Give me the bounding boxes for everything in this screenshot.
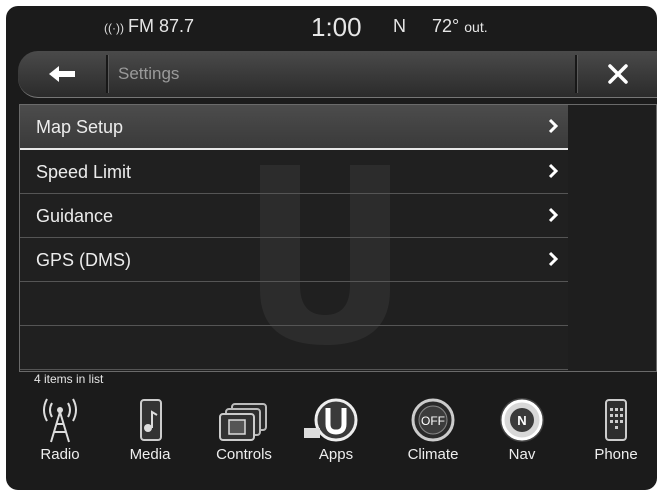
status-bar: ((·)) FM 87.7 1:00 N 72° out. (6, 6, 657, 46)
radio-tower-icon (43, 398, 77, 443)
radio-status[interactable]: ((·)) FM 87.7 (104, 16, 194, 37)
chevron-right-icon (548, 207, 558, 223)
chevron-right-icon (548, 251, 558, 267)
settings-list: Map Setup Speed Limit Guidance GPS (DMS) (19, 104, 570, 372)
dock-label: Controls (216, 446, 272, 463)
dock-label: Nav (508, 446, 536, 463)
climate-off-text: OFF (421, 414, 445, 428)
scroll-panel (568, 104, 657, 372)
chevron-right-icon (548, 163, 558, 179)
radio-station: FM 87.7 (127, 16, 195, 36)
items-count: 4 items in list (34, 372, 104, 386)
back-arrow-icon (49, 66, 75, 82)
clock: 1:00 (311, 12, 362, 42)
temperature-value: 72° (432, 16, 460, 36)
dock-media[interactable]: Media (110, 390, 190, 470)
empty-list-row (20, 326, 569, 370)
menu-item-label: Map Setup (36, 117, 124, 137)
menu-item-map-setup[interactable]: Map Setup (20, 105, 569, 150)
dock-nav[interactable]: N Nav (482, 390, 562, 470)
back-button[interactable] (18, 51, 106, 97)
apps-icon (304, 398, 358, 442)
dock-label: Media (129, 446, 171, 463)
compass-heading: N (393, 16, 406, 36)
chevron-right-icon (548, 118, 558, 134)
signal-icon: ((·)) (104, 21, 124, 35)
menu-item-speed-limit[interactable]: Speed Limit (20, 150, 569, 194)
menu-item-label: Guidance (36, 206, 114, 226)
dock-climate[interactable]: OFF Climate (393, 390, 473, 470)
menu-item-gps[interactable]: GPS (DMS) (20, 238, 569, 282)
close-button[interactable] (578, 51, 657, 97)
dock-label: Climate (407, 446, 459, 463)
divider (106, 55, 109, 93)
dock-controls[interactable]: Controls (204, 390, 284, 470)
dock-label: Phone (594, 446, 638, 463)
nav-n-text: N (517, 413, 526, 428)
dock-apps[interactable]: Apps (296, 390, 376, 470)
dock-radio[interactable]: Radio (20, 390, 100, 470)
dock-phone[interactable]: Phone (576, 390, 656, 470)
close-icon (608, 64, 628, 84)
compass-icon: N (500, 398, 544, 442)
phone-icon (605, 399, 627, 441)
menu-item-guidance[interactable]: Guidance (20, 194, 569, 238)
dock-label: Radio (40, 446, 80, 463)
menu-item-label: GPS (DMS) (36, 250, 132, 270)
page-title: Settings (118, 64, 180, 83)
empty-list-row (20, 282, 569, 326)
media-icon (140, 399, 162, 441)
head-unit-screen: ((·)) FM 87.7 1:00 N 72° out. Settings Ma… (6, 6, 657, 490)
outside-temperature: 72° out. (432, 16, 488, 37)
climate-off-icon: OFF (411, 398, 455, 442)
controls-icon (219, 403, 267, 441)
temperature-suffix: out. (464, 19, 488, 35)
menu-item-label: Speed Limit (36, 162, 132, 182)
title-bar: Settings (18, 51, 657, 98)
bottom-dock: Radio Media Controls Apps OFF Climate N … (6, 390, 657, 490)
dock-label: Apps (318, 446, 354, 463)
